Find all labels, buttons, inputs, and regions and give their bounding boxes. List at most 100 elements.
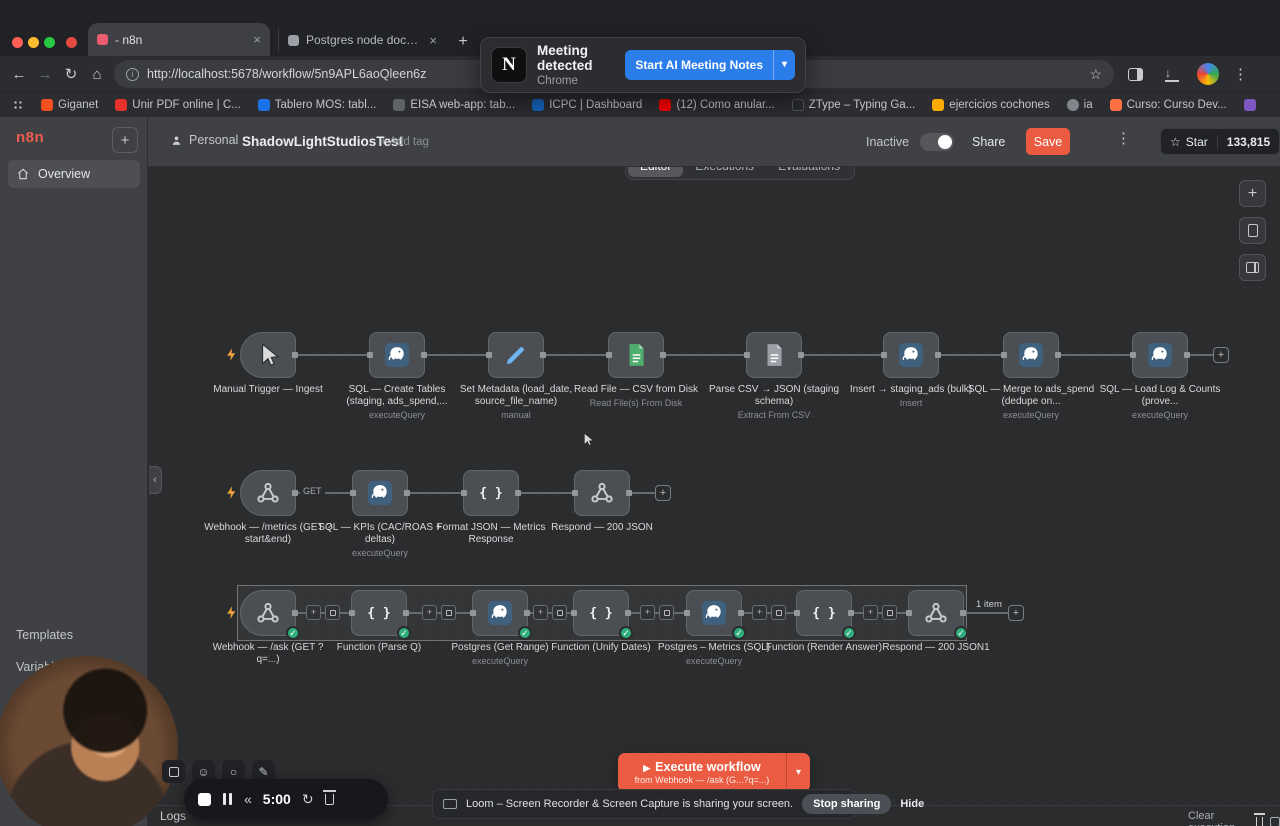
connection-add-button[interactable] [422, 605, 437, 620]
node-box[interactable] [572, 470, 632, 516]
traffic-minimize-button[interactable] [28, 37, 39, 48]
site-info-icon[interactable]: i [126, 67, 139, 81]
bookmark-favicon[interactable] [1243, 99, 1256, 111]
bookmark-item[interactable]: Tablero MOS: tabl... [257, 99, 376, 111]
connection-add-node-button[interactable] [1213, 347, 1229, 363]
github-star-widget[interactable]: Star 133,815 [1160, 128, 1280, 155]
bookmark-item[interactable]: Curso: Curso Dev... [1109, 99, 1227, 111]
node-box[interactable] [794, 590, 856, 640]
execute-options-chevron[interactable] [786, 753, 810, 792]
bookmark-item[interactable]: ia [1066, 99, 1093, 111]
side-panel-icon[interactable] [1128, 67, 1143, 81]
node-box[interactable] [486, 332, 546, 378]
clear-execution-button[interactable]: Clear execution [1188, 810, 1280, 826]
share-button[interactable]: Share [972, 135, 1005, 149]
workflow-title[interactable]: ShadowLightStudiosTest [242, 134, 403, 149]
breadcrumb[interactable]: Personal [170, 133, 238, 147]
workflow-menu-icon[interactable] [1116, 131, 1131, 146]
node-box[interactable] [1001, 332, 1061, 378]
hide-share-bar-button[interactable]: Hide [900, 798, 924, 810]
sticky-note-button[interactable] [1239, 217, 1266, 244]
tab-close-icon[interactable] [253, 33, 261, 46]
connection-options-button[interactable] [771, 605, 786, 620]
sidebar-item-templates[interactable]: Templates [8, 628, 140, 642]
bookmark-item[interactable]: Unir PDF online | C... [115, 99, 241, 111]
node-box[interactable] [744, 332, 804, 378]
layout-panel-button[interactable] [1239, 254, 1266, 281]
bookmark-item[interactable]: EISA web-app: tab... [393, 99, 515, 111]
active-toggle[interactable] [920, 133, 954, 151]
node-box[interactable] [470, 590, 532, 640]
node-function-parse-q[interactable]: Function (Parse Q) [309, 590, 449, 654]
connection-add-node-button[interactable] [655, 485, 671, 501]
connection-options-button[interactable] [441, 605, 456, 620]
node-parse-csv[interactable]: Parse CSV → JSON (staging schema) Extrac… [704, 332, 844, 420]
bookmark-star-icon[interactable] [1089, 67, 1102, 81]
bookmark-item[interactable]: ejercicios cochones [932, 99, 1050, 111]
traffic-zoom-button[interactable] [44, 37, 55, 48]
browser-tab-n8n[interactable]: - n8n [88, 23, 270, 56]
connection-add-button[interactable] [863, 605, 878, 620]
panel-icon[interactable] [1270, 817, 1280, 826]
bookmark-item[interactable]: (12) Como anular... [659, 99, 775, 111]
crop-tool-button[interactable] [162, 760, 185, 783]
chevron-down-icon[interactable] [773, 50, 795, 80]
pause-recording-button[interactable] [222, 793, 233, 805]
node-box[interactable] [461, 470, 521, 516]
connection-options-button[interactable] [659, 605, 674, 620]
rewind-button[interactable] [244, 792, 252, 806]
node-set-metadata[interactable]: Set Metadata (load_date, source_file_nam… [446, 332, 586, 420]
node-box[interactable] [367, 332, 427, 378]
connection-options-button[interactable] [325, 605, 340, 620]
connection-add-node-button[interactable] [1008, 605, 1024, 621]
stop-recording-button[interactable] [198, 792, 211, 806]
tab-close-icon[interactable] [429, 34, 437, 47]
node-box[interactable] [240, 590, 300, 640]
node-read-file[interactable]: Read File — CSV from Disk Read File(s) F… [566, 332, 706, 408]
node-box[interactable] [350, 470, 410, 516]
logs-panel-toggle[interactable]: Logs [160, 809, 186, 823]
connection-add-button[interactable] [306, 605, 321, 620]
browser-menu-icon[interactable] [1233, 67, 1248, 82]
sidebar-item-overview[interactable]: Overview [8, 160, 140, 188]
node-insert-staging-ads[interactable]: Insert → staging_ads (bulk) Insert [841, 332, 981, 408]
delete-recording-button[interactable] [322, 789, 336, 805]
reload-button[interactable] [58, 67, 84, 82]
node-box[interactable] [906, 590, 968, 640]
execute-workflow-button[interactable]: Execute workflow from Webhook — /ask (G.… [618, 753, 810, 792]
node-box[interactable] [240, 332, 298, 378]
node-box[interactable] [1130, 332, 1190, 378]
node-box[interactable] [881, 332, 941, 378]
save-button[interactable]: Save [1026, 128, 1070, 155]
connection-add-button[interactable] [533, 605, 548, 620]
downloads-icon[interactable] [1165, 67, 1179, 82]
forward-button[interactable] [32, 67, 58, 82]
restart-recording-button[interactable] [302, 792, 314, 806]
node-box[interactable] [606, 332, 666, 378]
connection-options-button[interactable] [552, 605, 567, 620]
node-box[interactable] [571, 590, 633, 640]
start-meeting-notes-button[interactable]: Start AI Meeting Notes [625, 50, 795, 80]
connection-add-button[interactable] [640, 605, 655, 620]
stop-sharing-button[interactable]: Stop sharing [802, 794, 892, 814]
home-button[interactable] [84, 67, 110, 82]
node-sql-merge[interactable]: SQL — Merge to ads_spend (dedupe on... e… [961, 332, 1101, 420]
connection-add-button[interactable] [752, 605, 767, 620]
bookmark-item[interactable]: ZType – Typing Ga... [791, 99, 915, 111]
node-manual-trigger[interactable]: Manual Trigger — Ingest [198, 332, 338, 396]
node-box[interactable] [684, 590, 746, 640]
traffic-close-button[interactable] [12, 37, 23, 48]
apps-grid-icon[interactable] [12, 99, 24, 111]
add-node-button[interactable] [1239, 180, 1266, 207]
back-button[interactable] [6, 67, 32, 82]
bookmark-item[interactable]: Giganet [41, 99, 98, 111]
node-sql-load-log[interactable]: SQL — Load Log & Counts (prove... execut… [1090, 332, 1230, 420]
node-box[interactable] [349, 590, 411, 640]
sidebar-add-button[interactable] [112, 127, 138, 153]
node-respond-200[interactable]: Respond — 200 JSON [532, 470, 672, 534]
bookmark-item[interactable]: ICPC | Dashboard [532, 99, 642, 111]
sidebar-collapse-handle[interactable] [149, 466, 162, 494]
node-box[interactable] [240, 470, 298, 516]
browser-tab-docs[interactable]: Postgres node documentation [278, 28, 446, 52]
new-tab-button[interactable] [452, 31, 474, 53]
